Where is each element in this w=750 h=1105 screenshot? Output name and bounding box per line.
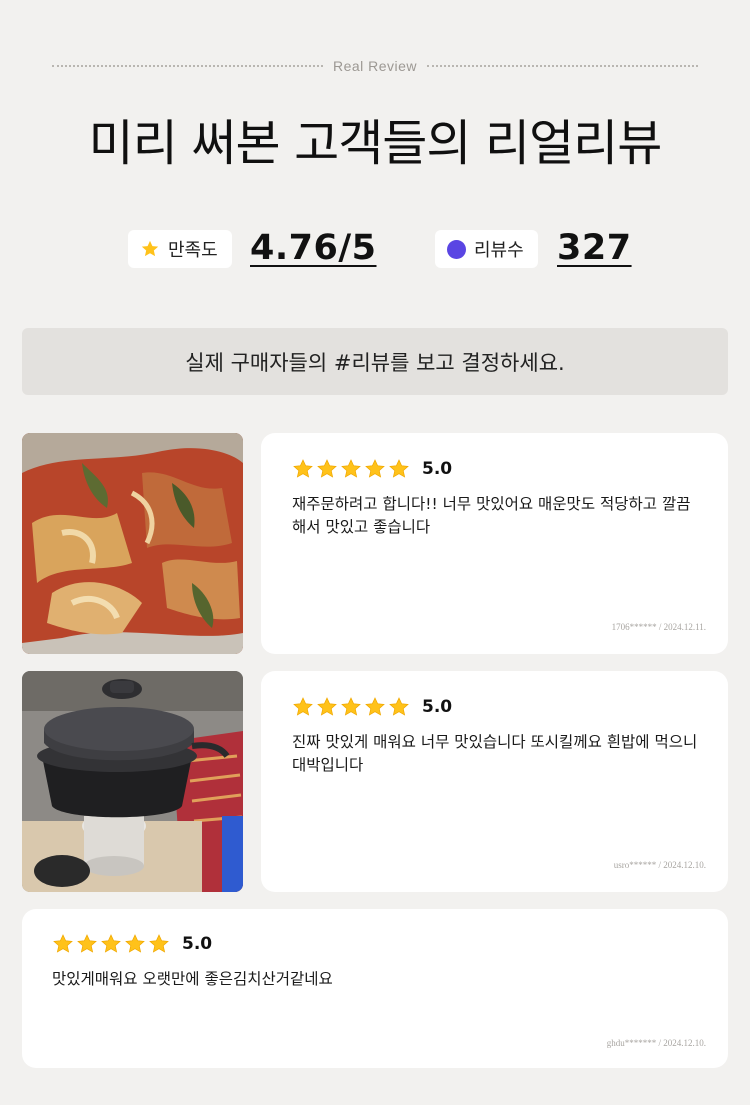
star-icon [316,458,338,480]
eyebrow-label: Real Review [332,58,418,74]
star-icon [364,458,386,480]
star-icon [316,696,338,718]
review-text: 맛있게매워요 오랫만에 좋은김치산거같네요 [52,970,333,988]
review-card: 5.0 진짜 맛있게 매워요 너무 맛있습니다 또시킬께요 흰밥에 먹으니 대박… [261,671,728,892]
review-count-label: 리뷰수 [474,240,524,261]
star-icon [388,696,410,718]
star-icon [124,933,146,955]
rating-score: 5.0 [422,697,453,717]
satisfaction-pill: 만족도 [128,230,232,268]
satisfaction-label: 만족도 [168,240,218,261]
satisfaction-value: 4.76/5 [250,228,377,268]
review-text: 진짜 맛있게 매워요 너무 맛있습니다 또시킬께요 흰밥에 먹으니 대박입니다 [292,733,698,774]
review-banner: 실제 구매자들의 #리뷰를 보고 결정하세요. [22,328,728,395]
review-author-date: usro****** / 2024.12.10. [613,860,706,870]
star-icon [292,696,314,718]
star-icon [340,696,362,718]
star-icon [364,696,386,718]
star-icon [140,239,160,259]
review-card: 5.0 맛있게매워요 오랫만에 좋은김치산거같네요 ghdu******* / … [22,909,728,1068]
star-icon [76,933,98,955]
review-count-value: 327 [557,228,632,268]
review-text: 재주문하려고 합니다!! 너무 맛있어요 매운맛도 적당하고 깔끔해서 맛있고 … [292,495,691,536]
star-rating: 5.0 [292,696,452,718]
review-author-date: 1706****** / 2024.12.11. [611,622,706,632]
review-photo-kimchi[interactable] [22,433,243,654]
rating-score: 5.0 [182,934,213,954]
review-photo-pot[interactable] [22,671,243,892]
review-author-date: ghdu******* / 2024.12.10. [606,1038,706,1048]
page-title: 미리 써본 고객들의 리얼리뷰 [88,115,663,172]
header-eyebrow: Real Review [52,56,698,76]
dotted-divider-right [427,65,698,67]
star-rating: 5.0 [292,458,452,480]
star-icon [100,933,122,955]
star-rating: 5.0 [52,933,212,955]
star-icon [388,458,410,480]
dotted-divider-left [52,65,323,67]
dot-icon [447,239,466,259]
rating-score: 5.0 [422,459,453,479]
star-icon [148,933,170,955]
review-count-pill: 리뷰수 [435,230,538,268]
star-icon [292,458,314,480]
star-icon [52,933,74,955]
star-icon [340,458,362,480]
review-card: 5.0 재주문하려고 합니다!! 너무 맛있어요 매운맛도 적당하고 깔끔해서 … [261,433,728,654]
